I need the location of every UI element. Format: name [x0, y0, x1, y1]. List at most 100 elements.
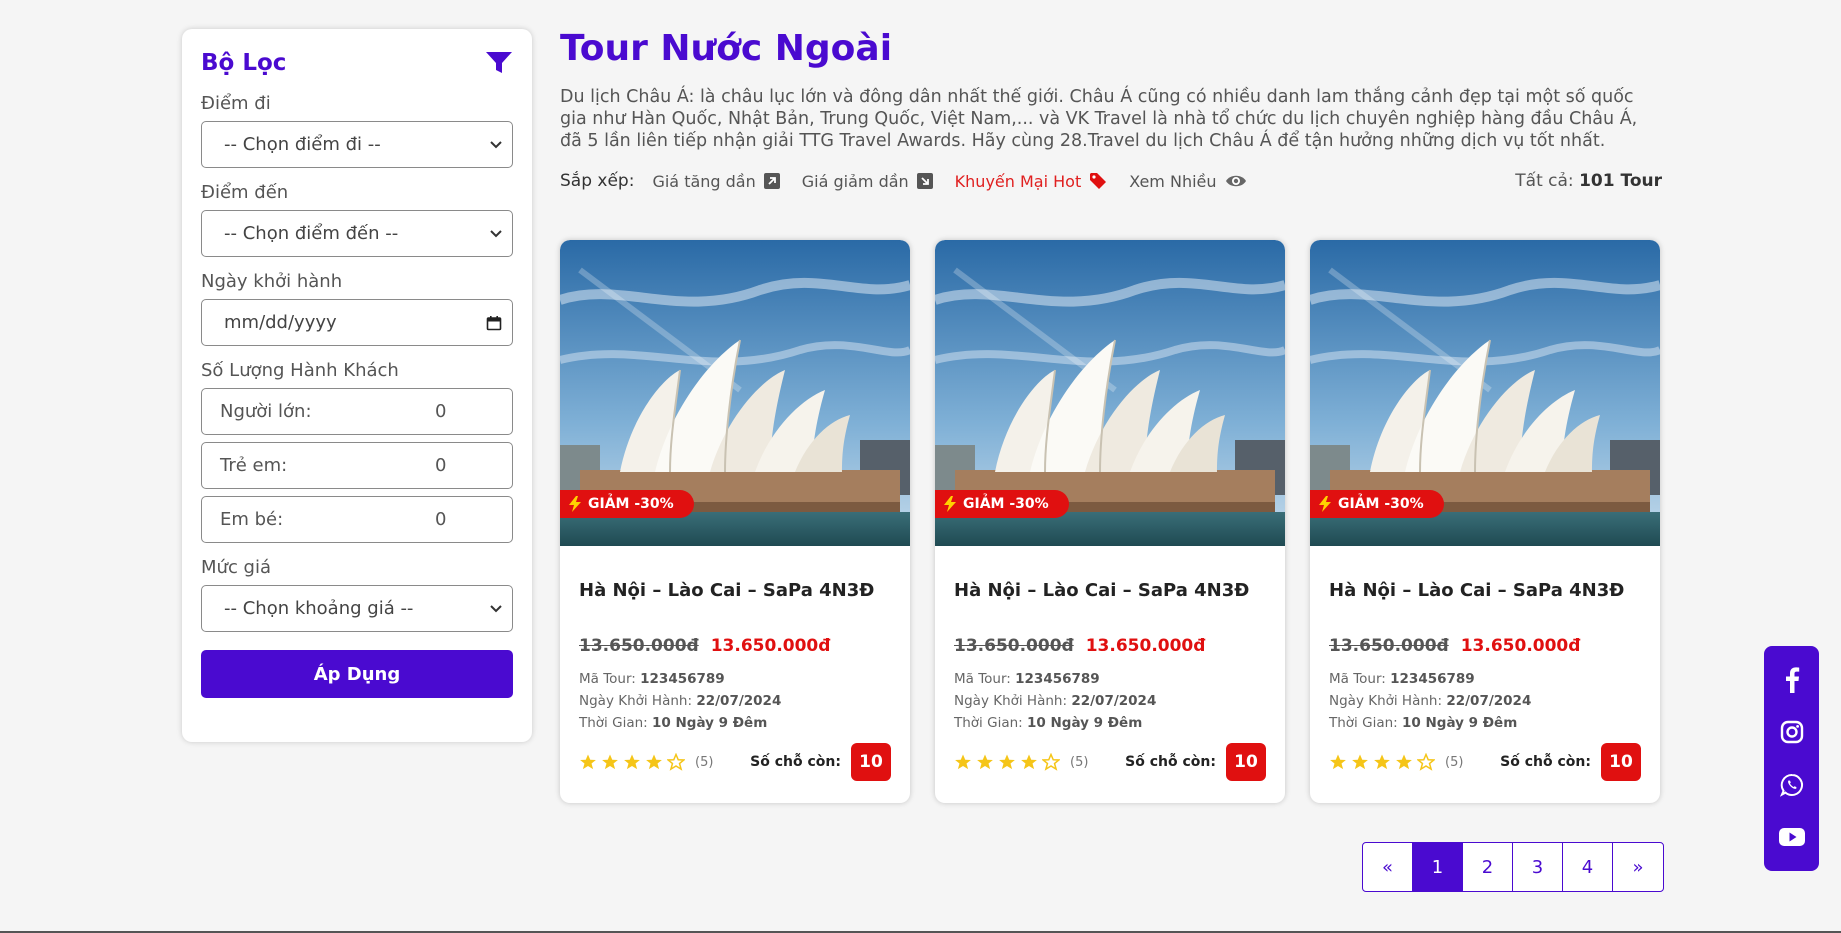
filter-panel: Bộ Lọc Điểm đi -- Chọn điểm đi -- Điểm đ… [182, 29, 532, 742]
destination-select[interactable]: -- Chọn điểm đến -- [201, 210, 513, 257]
tour-code-label: Mã Tour: [579, 671, 636, 687]
discount-badge-label: GIẢM -30% [588, 496, 674, 512]
star-filled-icon [580, 754, 596, 770]
instagram-icon[interactable] [1779, 719, 1805, 745]
star-filled-icon [977, 754, 993, 770]
sort-price-asc[interactable]: Giá tăng dần [652, 171, 780, 191]
new-price: 13.650.000đ [1460, 636, 1581, 656]
price-label: Mức giá [201, 557, 272, 578]
page-title: Tour Nước Ngoài [560, 28, 893, 69]
tour-date-label: Ngày Khởi Hành: [1329, 693, 1443, 709]
price-range-select[interactable]: -- Chọn khoảng giá -- [201, 585, 513, 632]
tour-meta: Mã Tour: 123456789 Ngày Khởi Hành: 22/07… [1329, 668, 1641, 734]
page-button-4[interactable]: 4 [1563, 843, 1613, 891]
star-filled-icon [1352, 754, 1368, 770]
infants-value: 0 [435, 509, 447, 530]
sort-most-viewed[interactable]: Xem Nhiều [1129, 172, 1246, 191]
tour-code: 123456789 [1015, 671, 1100, 687]
seats-label: Số chỗ còn: [1500, 754, 1591, 770]
page-button-1[interactable]: 1 [1413, 843, 1463, 891]
adults-field[interactable]: Người lớn: 0 [201, 388, 513, 435]
tag-icon [1090, 173, 1107, 189]
rating-stars: (5) [1329, 753, 1463, 771]
tour-date: 22/07/2024 [1071, 693, 1157, 709]
funnel-icon[interactable] [485, 51, 513, 75]
tour-duration-label: Thời Gian: [954, 715, 1023, 731]
tour-title[interactable]: Hà Nội – Lào Cai – SaPa 4N3Đ [954, 580, 1266, 604]
tour-title[interactable]: Hà Nội – Lào Cai – SaPa 4N3Đ [579, 580, 891, 604]
children-field[interactable]: Trẻ em: 0 [201, 442, 513, 489]
infants-label: Em bé: [220, 509, 284, 530]
discount-badge-label: GIẢM -30% [1338, 496, 1424, 512]
tour-duration: 10 Ngày 9 Đêm [1402, 715, 1518, 731]
tour-title[interactable]: Hà Nội – Lào Cai – SaPa 4N3Đ [1329, 580, 1641, 604]
sort-hot-deals[interactable]: Khuyến Mại Hot [955, 172, 1108, 191]
old-price: 13.650.000đ [579, 636, 699, 656]
lightning-icon [1319, 496, 1331, 512]
tour-duration-row: Thời Gian: 10 Ngày 9 Đêm [1329, 712, 1641, 734]
lightning-icon [569, 496, 581, 512]
apply-button[interactable]: Áp Dụng [201, 650, 513, 698]
date-label: Ngày khởi hành [201, 271, 343, 292]
total-prefix: Tất cả: [1515, 171, 1574, 191]
tour-code: 123456789 [1390, 671, 1475, 687]
tour-code: 123456789 [640, 671, 725, 687]
rating-stars: (5) [579, 753, 713, 771]
lightning-icon [944, 496, 956, 512]
infants-field[interactable]: Em bé: 0 [201, 496, 513, 543]
tour-code-label: Mã Tour: [1329, 671, 1386, 687]
new-price: 13.650.000đ [710, 636, 831, 656]
tour-card[interactable]: GIẢM -30% Hà Nội – Lào Cai – SaPa 4N3Đ 1… [1310, 240, 1660, 803]
tour-meta: Mã Tour: 123456789 Ngày Khởi Hành: 22/07… [579, 668, 891, 734]
facebook-icon[interactable] [1779, 667, 1805, 694]
tour-card[interactable]: GIẢM -30% Hà Nội – Lào Cai – SaPa 4N3Đ 1… [935, 240, 1285, 803]
card-footer: (5) Số chỗ còn: 10 [954, 743, 1266, 781]
rating-stars: (5) [954, 753, 1088, 771]
tour-duration-row: Thời Gian: 10 Ngày 9 Đêm [954, 712, 1266, 734]
sort-label: Sắp xếp: [560, 171, 635, 191]
youtube-icon[interactable] [1778, 824, 1805, 850]
tour-prices: 13.650.000đ 13.650.000đ [1329, 634, 1641, 658]
sort-hot-deals-label: Khuyến Mại Hot [954, 171, 1082, 191]
star-filled-icon [955, 754, 971, 770]
departure-select[interactable]: -- Chọn điểm đi -- [201, 121, 513, 168]
chevron-down-icon [490, 604, 502, 612]
tour-code-row: Mã Tour: 123456789 [954, 668, 1266, 690]
chevron-down-icon [490, 140, 502, 148]
price-select-value: -- Chọn khoảng giá -- [224, 598, 414, 619]
adults-value: 0 [435, 401, 447, 422]
old-price: 13.650.000đ [1329, 636, 1449, 656]
departure-date-input[interactable]: mm/dd/yyyy [201, 299, 513, 346]
sort-price-desc[interactable]: Giá giảm dần [802, 172, 933, 191]
tour-duration-label: Thời Gian: [1329, 715, 1398, 731]
tour-date-label: Ngày Khởi Hành: [954, 693, 1068, 709]
sort-bar: Sắp xếp: Giá tăng dần Giá giảm dần Khuyế… [560, 166, 1662, 196]
card-footer: (5) Số chỗ còn: 10 [579, 743, 891, 781]
star-filled-icon [602, 754, 618, 770]
sort-price-asc-label: Giá tăng dần [652, 171, 756, 191]
whatsapp-icon[interactable] [1779, 772, 1805, 798]
star-empty-icon [1417, 753, 1435, 771]
seats-label: Số chỗ còn: [1125, 754, 1216, 770]
next-page-button[interactable]: » [1613, 843, 1663, 891]
destination-label: Điểm đến [201, 182, 289, 203]
prev-page-button[interactable]: « [1363, 843, 1413, 891]
star-empty-icon [667, 753, 685, 771]
sort-most-viewed-label: Xem Nhiều [1129, 171, 1217, 191]
page-button-2[interactable]: 2 [1463, 843, 1513, 891]
card-footer: (5) Số chỗ còn: 10 [1329, 743, 1641, 781]
calendar-icon[interactable] [486, 315, 502, 331]
date-placeholder: mm/dd/yyyy [224, 312, 337, 333]
tour-code-row: Mã Tour: 123456789 [579, 668, 891, 690]
tour-date: 22/07/2024 [696, 693, 782, 709]
new-price: 13.650.000đ [1085, 636, 1206, 656]
page-button-3[interactable]: 3 [1513, 843, 1563, 891]
star-filled-icon [646, 754, 662, 770]
discount-badge: GIẢM -30% [560, 490, 694, 518]
tour-date-row: Ngày Khởi Hành: 22/07/2024 [954, 690, 1266, 712]
tour-card-list: GIẢM -30% Hà Nội – Lào Cai – SaPa 4N3Đ 1… [560, 240, 1662, 803]
star-filled-icon [1374, 754, 1390, 770]
star-filled-icon [1396, 754, 1412, 770]
tour-duration-row: Thời Gian: 10 Ngày 9 Đêm [579, 712, 891, 734]
tour-card[interactable]: GIẢM -30% Hà Nội – Lào Cai – SaPa 4N3Đ 1… [560, 240, 910, 803]
